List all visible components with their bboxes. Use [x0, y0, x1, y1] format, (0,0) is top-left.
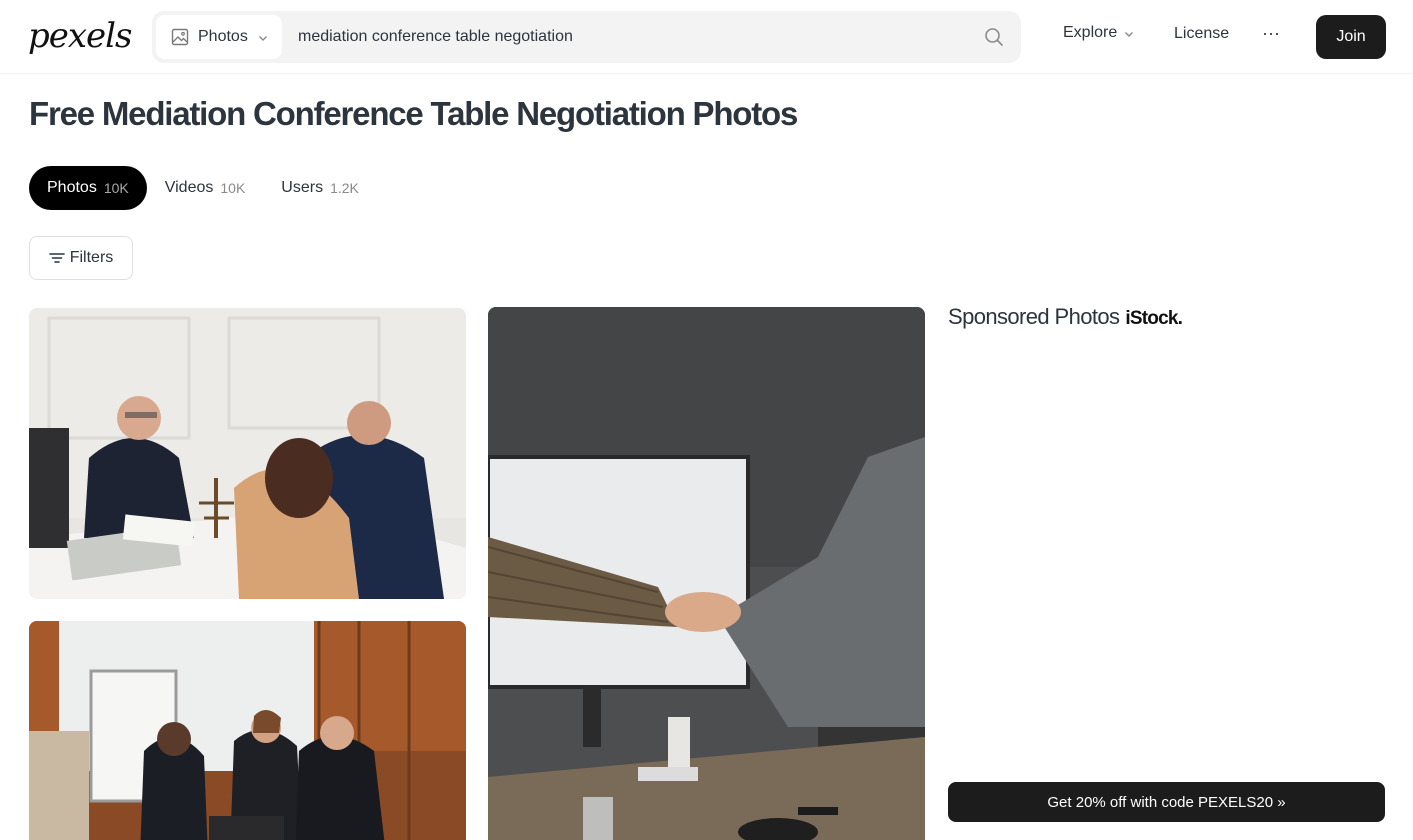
tab-label: Photos [47, 179, 97, 196]
filter-icon [48, 253, 65, 263]
photo-image [488, 307, 925, 840]
sponsored-header: Sponsored Photos iStock. [948, 304, 1183, 330]
search-input[interactable] [298, 15, 958, 59]
tab-label: Videos [164, 179, 214, 196]
istock-logo[interactable]: iStock. [1125, 308, 1182, 330]
top-header: pexels Photos Explore License ··· Join [0, 0, 1413, 74]
search-type-dropdown[interactable]: Photos [156, 15, 282, 59]
join-button[interactable]: Join [1316, 15, 1386, 59]
tab-count: 10K [220, 180, 246, 196]
image-icon [170, 27, 190, 47]
tab-count: 10K [103, 180, 129, 196]
search-icon[interactable] [983, 26, 1005, 48]
license-link[interactable]: License [1174, 25, 1229, 43]
photo-card-business-meeting[interactable] [29, 621, 466, 840]
tab-users[interactable]: Users 1.2K [263, 166, 377, 210]
explore-label: Explore [1063, 24, 1118, 41]
search-type-label: Photos [198, 28, 248, 45]
tab-label: Users [281, 179, 324, 196]
media-type-tabs: Photos 10K Videos 10K Users 1.2K [29, 166, 377, 210]
photo-card-handshake[interactable] [488, 307, 925, 840]
filters-button[interactable]: Filters [29, 236, 133, 280]
photo-image [29, 308, 466, 599]
sponsored-label: Sponsored Photos [948, 304, 1120, 329]
page-title: Free Mediation Conference Table Negotiat… [29, 95, 798, 132]
photo-image [29, 621, 466, 840]
explore-menu[interactable]: Explore [1063, 24, 1135, 42]
tab-videos[interactable]: Videos 10K [147, 166, 264, 210]
chevron-down-icon [1123, 27, 1135, 39]
photo-card-mediation-meeting[interactable] [29, 308, 466, 599]
chevron-down-icon [257, 31, 269, 43]
pexels-logo[interactable]: pexels [28, 14, 133, 58]
more-menu-button[interactable]: ··· [1262, 22, 1280, 44]
tab-count: 1.2K [330, 180, 359, 196]
filters-label: Filters [69, 249, 114, 266]
tab-photos[interactable]: Photos 10K [29, 166, 147, 210]
promo-code-button[interactable]: Get 20% off with code PEXELS20 » [948, 782, 1385, 822]
search-bar: Photos [152, 11, 1021, 63]
